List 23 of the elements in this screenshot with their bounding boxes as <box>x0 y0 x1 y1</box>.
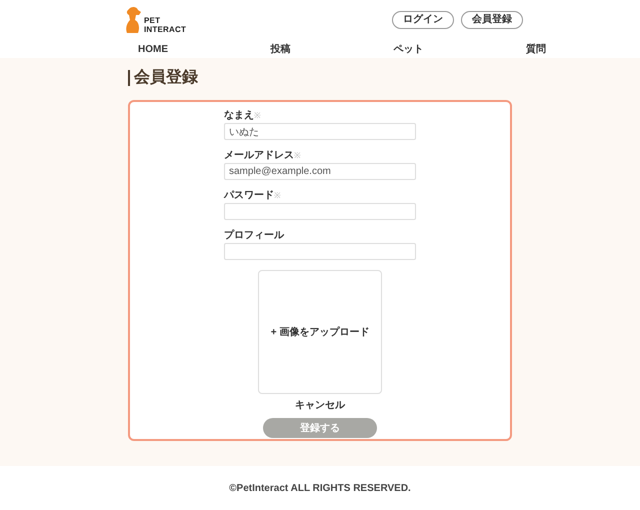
text-field[interactable]: いぬた <box>224 123 416 140</box>
cancel-link[interactable]: キャンセル <box>295 400 345 412</box>
text-field[interactable]: sample@example.com <box>224 163 416 180</box>
image-upload-area[interactable]: + 画像をアップロード <box>258 270 382 394</box>
nav-link[interactable]: 投稿 <box>270 44 291 56</box>
nav-link[interactable]: 質問 <box>526 44 546 56</box>
nav-link[interactable]: HOME <box>138 44 168 56</box>
copyright-text: ©PetInteract ALL RIGHTS RESERVED. <box>229 482 411 496</box>
page-title: 会員登録 <box>128 70 512 86</box>
required-mark: ※ <box>294 150 301 162</box>
field-label: なまえ <box>224 110 254 122</box>
nav-link[interactable]: ペット <box>393 44 424 56</box>
dog-logo-icon <box>124 6 142 34</box>
login-button[interactable]: ログイン <box>392 11 454 29</box>
required-mark: ※ <box>274 190 281 202</box>
text-field[interactable] <box>224 203 416 220</box>
field-label: プロフィール <box>224 230 284 242</box>
logo-text: PET INTERACT <box>144 16 186 34</box>
text-field[interactable] <box>224 243 416 260</box>
signup-button[interactable]: 会員登録 <box>461 11 523 29</box>
field-label: メールアドレス <box>224 150 294 162</box>
required-mark: ※ <box>254 110 261 122</box>
field-label: パスワード <box>224 190 274 202</box>
